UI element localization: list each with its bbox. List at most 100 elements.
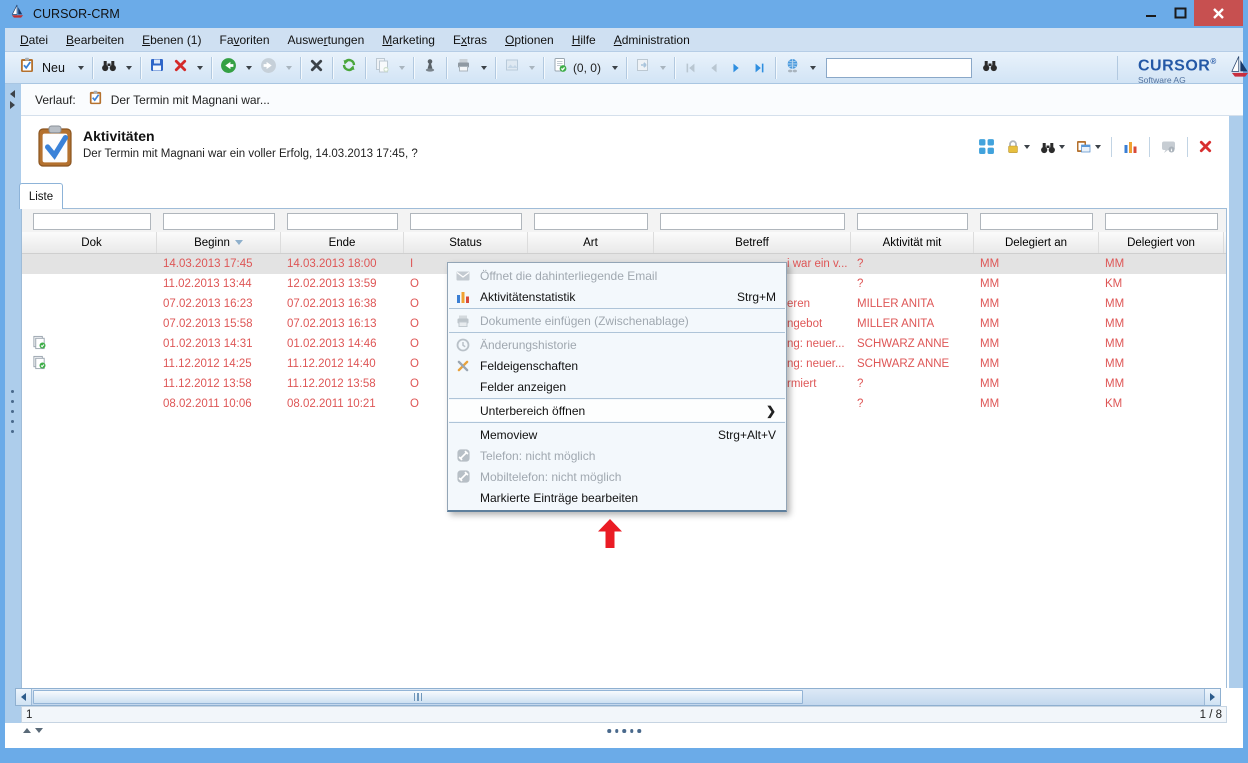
lock-button[interactable] bbox=[1003, 137, 1032, 157]
forward-dropdown bbox=[282, 64, 295, 72]
column-header-delegiert-von[interactable]: Delegiert von bbox=[1099, 232, 1224, 253]
checked-entries-dropdown[interactable] bbox=[608, 64, 621, 72]
collapse-left-icon[interactable] bbox=[10, 90, 15, 98]
nav-first-button bbox=[680, 59, 701, 77]
image-button bbox=[501, 55, 523, 80]
column-filter-aktivitaet-mit[interactable] bbox=[857, 213, 968, 230]
menu-item-markierte-eintraege[interactable]: Markierte Einträge bearbeiten bbox=[448, 487, 786, 508]
back-dropdown[interactable] bbox=[242, 64, 255, 72]
delete-dropdown[interactable] bbox=[193, 64, 206, 72]
column-header-art[interactable]: Art bbox=[528, 232, 654, 253]
maximize-button[interactable] bbox=[1166, 0, 1194, 26]
menu-favoriten[interactable]: Favoriten bbox=[210, 30, 278, 50]
menu-item-telefon: Telefon: nicht möglich bbox=[448, 445, 786, 466]
email-icon bbox=[453, 268, 473, 284]
menu-marketing[interactable]: Marketing bbox=[373, 30, 444, 50]
search-icon bbox=[101, 57, 117, 78]
column-filter-delegiert-von[interactable] bbox=[1105, 213, 1218, 230]
entity-header: Aktivitäten Der Termin mit Magnani war e… bbox=[21, 116, 1229, 181]
row-count: 1 / 8 bbox=[1200, 709, 1222, 721]
column-filter-art[interactable] bbox=[534, 213, 648, 230]
new-button-label: Neu bbox=[38, 61, 69, 75]
quick-search-input[interactable] bbox=[826, 58, 972, 78]
save-button[interactable] bbox=[146, 55, 168, 80]
page-subtitle: Der Termin mit Magnani war ein voller Er… bbox=[83, 148, 418, 160]
column-filter-beginn[interactable] bbox=[163, 213, 275, 230]
menu-item-mobiltelefon: Mobiltelefon: nicht möglich bbox=[448, 466, 786, 487]
column-header-betreff[interactable]: Betreff bbox=[654, 232, 851, 253]
bottom-collapse-arrows[interactable] bbox=[23, 728, 43, 733]
menu-item-feldeigenschaften[interactable]: Feldeigenschaften bbox=[448, 355, 786, 376]
joystick-button[interactable] bbox=[419, 55, 441, 80]
menu-item-unterbereich-oeffnen[interactable]: Unterbereich öffnen ❯ bbox=[448, 400, 786, 421]
column-filter-delegiert-an[interactable] bbox=[980, 213, 1093, 230]
back-button[interactable] bbox=[217, 55, 240, 81]
menu-administration[interactable]: Administration bbox=[605, 30, 699, 50]
close-button[interactable] bbox=[1194, 0, 1243, 26]
statistics-button[interactable] bbox=[1120, 137, 1141, 157]
menu-bearbeiten[interactable]: Bearbeiten bbox=[57, 30, 133, 50]
menu-item-memoview[interactable]: Memoview Strg+Alt+V bbox=[448, 424, 786, 445]
mobile-phone-icon bbox=[453, 469, 473, 484]
column-header-ende[interactable]: Ende bbox=[281, 232, 404, 253]
shortcut-label: Strg+Alt+V bbox=[718, 428, 776, 442]
history-label: Verlauf: bbox=[35, 93, 76, 107]
nav-next-button[interactable] bbox=[726, 59, 747, 77]
scroll-left-button[interactable] bbox=[16, 689, 32, 705]
menu-hilfe[interactable]: Hilfe bbox=[563, 30, 605, 50]
column-filter-betreff[interactable] bbox=[660, 213, 845, 230]
delete-button[interactable] bbox=[170, 56, 191, 80]
quick-search-button[interactable] bbox=[979, 55, 1001, 80]
search-button[interactable] bbox=[98, 55, 120, 80]
column-header-dok[interactable]: Dok bbox=[27, 232, 157, 253]
refresh-button[interactable] bbox=[338, 55, 360, 80]
collapse-down-icon bbox=[35, 728, 43, 733]
cancel-button[interactable] bbox=[306, 56, 327, 80]
delete-icon bbox=[173, 58, 188, 78]
print-dropdown[interactable] bbox=[477, 64, 490, 72]
history-entry[interactable]: Der Termin mit Magnani war... bbox=[111, 93, 270, 107]
print-button[interactable] bbox=[452, 55, 475, 80]
right-splitter[interactable] bbox=[1229, 116, 1243, 688]
paste-document-icon bbox=[453, 313, 473, 329]
new-button[interactable]: Neu bbox=[16, 55, 72, 80]
menu-optionen[interactable]: Optionen bbox=[496, 30, 563, 50]
grid-view-button[interactable] bbox=[976, 136, 997, 157]
menu-extras[interactable]: Extras bbox=[444, 30, 496, 50]
scroll-right-button[interactable] bbox=[1204, 689, 1220, 705]
tab-liste[interactable]: Liste bbox=[19, 183, 63, 209]
clipboard-window-button[interactable] bbox=[1073, 137, 1103, 157]
session-user-dropdown[interactable] bbox=[806, 64, 819, 72]
checked-entries-button[interactable]: (0, 0) bbox=[549, 55, 606, 80]
column-filter-status[interactable] bbox=[410, 213, 522, 230]
bottom-splitter-grip[interactable] bbox=[607, 729, 641, 733]
search-dropdown[interactable] bbox=[122, 64, 135, 72]
menu-ebenen[interactable]: Ebenen (1) bbox=[133, 30, 210, 50]
new-dropdown[interactable] bbox=[74, 64, 87, 72]
expand-up-icon bbox=[23, 728, 31, 733]
column-header-beginn[interactable]: Beginn bbox=[157, 232, 281, 253]
menu-bar: Datei Bearbeiten Ebenen (1) Favoriten Au… bbox=[5, 28, 1243, 52]
column-header-aktivitaet-mit[interactable]: Aktivität mit bbox=[851, 232, 974, 253]
image-dropdown bbox=[525, 64, 538, 72]
menu-item-felder-anzeigen[interactable]: Felder anzeigen bbox=[448, 376, 786, 397]
horizontal-scrollbar[interactable] bbox=[15, 688, 1221, 706]
menu-item-aktivitaetenstatistik[interactable]: Aktivitätenstatistik Strg+M bbox=[448, 286, 786, 307]
annotation-arrow bbox=[597, 518, 623, 554]
search-button-header[interactable] bbox=[1038, 137, 1067, 157]
menu-auswertungen[interactable]: Auswertungen bbox=[279, 30, 374, 50]
close-view-button[interactable] bbox=[1196, 137, 1215, 156]
forward-icon bbox=[260, 57, 277, 79]
minimize-button[interactable] bbox=[1136, 0, 1166, 26]
nav-last-button[interactable] bbox=[749, 59, 770, 77]
column-header-delegiert-an[interactable]: Delegiert an bbox=[974, 232, 1099, 253]
column-filter-ende[interactable] bbox=[287, 213, 398, 230]
expand-left-icon[interactable] bbox=[10, 101, 15, 109]
session-user-button[interactable] bbox=[781, 55, 804, 81]
menu-datei[interactable]: Datei bbox=[11, 30, 57, 50]
column-header-status[interactable]: Status bbox=[404, 232, 528, 253]
column-filter-dok[interactable] bbox=[33, 213, 151, 230]
table-header-row: Dok Beginn Ende Status Art Betreff Aktiv… bbox=[22, 232, 1226, 254]
scrollbar-thumb[interactable] bbox=[33, 690, 803, 704]
splitter-grip[interactable] bbox=[11, 390, 14, 433]
